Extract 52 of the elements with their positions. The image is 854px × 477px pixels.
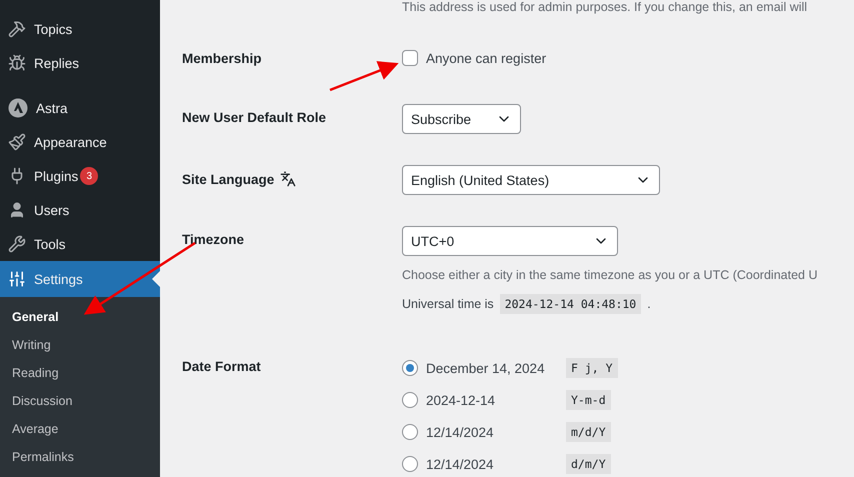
submenu-item[interactable]: Writing [0,331,160,359]
wrench-icon [8,235,26,253]
sliders-icon [8,270,26,288]
hammer-icon [8,20,26,38]
period-text: . [647,297,651,311]
format-code: m/d/Y [566,422,611,442]
sidebar-item[interactable]: Appearance [0,125,160,159]
field-label: New User Default Role [182,109,328,125]
option-label: 12/14/2024 [426,424,494,440]
sidebar-item[interactable]: Settings [0,261,160,297]
help-text: Choose either a city in the same timezone as you or a UTC (Coordinated U [402,268,818,282]
bug-icon [8,54,26,72]
user-icon [8,201,26,219]
help-text: This address is used for admin purposes. If you change this, an email will [402,0,808,14]
option-label: December 14, 2024 [426,360,545,376]
universal-time-label: Universal time is [402,297,494,311]
submenu-item[interactable]: Average [0,415,160,443]
role-select[interactable]: Subscribe [402,104,521,134]
sidebar-item[interactable]: Plugins 3 [0,159,160,193]
sidebar-item[interactable]: Tools [0,227,160,261]
submenu-item[interactable]: General [0,303,160,331]
field-label: Timezone [182,231,246,247]
format-code: d/m/Y [566,454,611,474]
submenu-item[interactable]: Reading [0,359,160,387]
radio-button[interactable] [402,360,418,376]
time-value: 2024-12-14 04:48:10 [500,294,642,314]
astra-logo-icon [8,98,28,118]
format-code: Y-m-d [566,390,611,410]
field-label: Site Language [182,172,274,186]
sidebar-item[interactable]: Replies [0,46,160,80]
radio-button[interactable] [402,456,418,472]
format-code: F j, Y [566,358,618,378]
menu-pointer-icon [152,271,160,287]
radio-button[interactable] [402,424,418,440]
timezone-select[interactable]: UTC+0 [402,226,618,256]
sidebar-item[interactable]: Astra [0,91,160,125]
submenu-item[interactable]: Discussion [0,387,160,415]
field-label: Date Format [182,358,262,374]
annotation-arrow [330,61,399,92]
checkbox[interactable] [402,50,418,66]
paintbrush-icon [8,133,26,151]
checkbox-label: Anyone can register [426,50,546,66]
language-select[interactable]: English (United States) [402,165,660,195]
field-label: Membership [182,50,263,66]
sidebar-item[interactable]: Topics [0,12,160,46]
sidebar-item[interactable]: Users [0,193,160,227]
radio-button[interactable] [402,392,418,408]
option-label: 12/14/2024 [426,456,494,472]
translate-icon [280,171,296,187]
submenu-item[interactable]: Permalinks [0,443,160,471]
update-count-badge: 3 [80,167,98,185]
option-label: 2024-12-14 [426,392,496,408]
